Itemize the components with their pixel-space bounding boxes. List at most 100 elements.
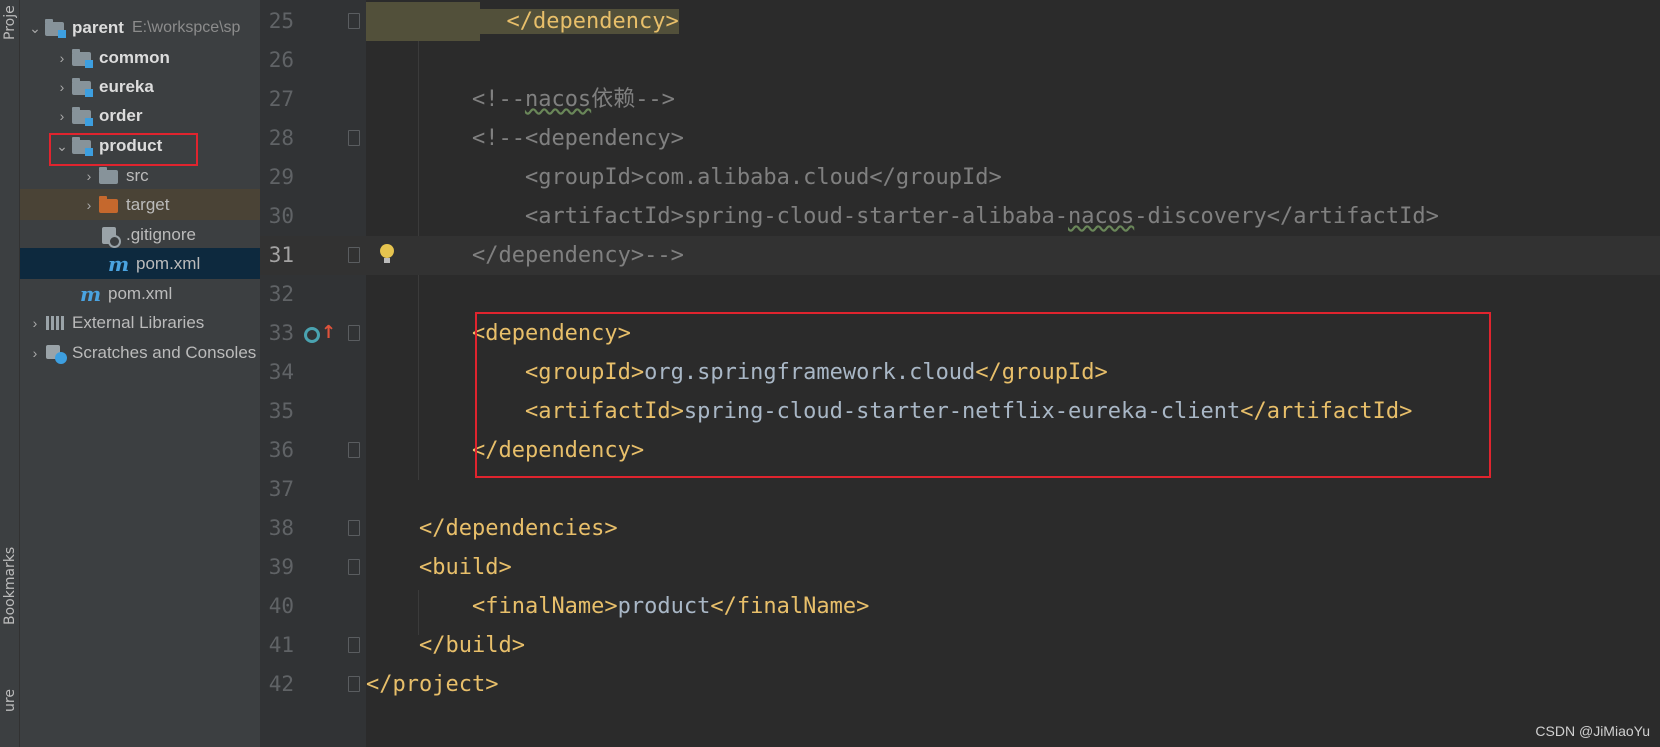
line-number: 40	[268, 594, 294, 618]
gutter-line: 38	[260, 509, 366, 548]
code-token: <!--	[471, 87, 525, 112]
gutter-line: 37	[260, 470, 366, 509]
chevron-right-icon[interactable]: ›	[26, 344, 44, 362]
gutter-line: 35	[260, 392, 366, 431]
tree-label-external-libraries: External Libraries	[72, 312, 205, 332]
code-token: </build>	[418, 633, 525, 658]
project-tree-panel: ⌄ parent E:\workspce\sp › common › eurek…	[20, 0, 273, 747]
tree-row-eureka[interactable]: › eureka	[20, 71, 273, 102]
tree-label-scratches: Scratches and Consoles	[72, 342, 257, 362]
line-number: 25	[268, 9, 294, 33]
line-number: 29	[268, 165, 294, 189]
tree-label-eureka: eureka	[99, 76, 154, 96]
tree-row-gitignore[interactable]: .gitignore	[20, 219, 273, 250]
line-number: 32	[268, 282, 294, 306]
project-toolbar	[20, 0, 273, 10]
module-folder-icon	[71, 106, 93, 126]
fold-marker-icon[interactable]	[348, 325, 360, 341]
tree-label-parent-pom: pom.xml	[108, 283, 173, 303]
tree-row-product-pom[interactable]: m pom.xml	[20, 248, 273, 279]
fold-marker-icon[interactable]	[348, 676, 360, 692]
tree-label-product-pom: pom.xml	[136, 253, 201, 273]
chevron-down-icon[interactable]: ⌄	[26, 19, 44, 37]
tree-row-parent-pom[interactable]: m pom.xml	[20, 278, 273, 309]
code-token: </finalName>	[710, 594, 870, 619]
code-token: <groupId>com.alibaba.cloud</groupId>	[524, 165, 1002, 190]
tree-row-external-libraries[interactable]: › External Libraries	[20, 307, 273, 338]
code-token: 依赖-->	[591, 87, 675, 112]
line-number: 36	[268, 438, 294, 462]
tree-row-order[interactable]: › order	[20, 100, 273, 131]
gutter-line: 41	[260, 626, 366, 665]
code-token: </dependency>-->	[471, 243, 684, 268]
fold-marker-icon[interactable]	[348, 442, 360, 458]
lightbulb-icon[interactable]	[379, 244, 395, 264]
line-number: 33	[268, 321, 294, 345]
code-line-28: <!--<dependency>	[366, 119, 1660, 158]
gutter-line: 28	[260, 119, 366, 158]
gutter-line: 30	[260, 197, 366, 236]
tree-label-src: src	[126, 165, 149, 185]
tree-label-order: order	[99, 105, 143, 125]
line-number: 35	[268, 399, 294, 423]
chevron-right-icon[interactable]: ›	[53, 78, 71, 96]
tree-label-target: target	[126, 194, 170, 214]
line-number: 37	[268, 477, 294, 501]
fold-marker-icon[interactable]	[348, 13, 360, 29]
chevron-right-icon[interactable]: ›	[53, 107, 71, 125]
line-number: 42	[268, 672, 294, 696]
chevron-right-icon[interactable]: ›	[26, 314, 44, 332]
code-line-25: </dependency>	[366, 2, 1660, 41]
code-line-30: <artifactId>spring-cloud-starter-alibaba…	[366, 197, 1660, 236]
fold-marker-icon[interactable]	[348, 559, 360, 575]
code-token: <finalName>	[471, 594, 618, 619]
gutter-line: 26	[260, 41, 366, 80]
editor-gutter: 25 26 27 28 29 30 31 32 33 ↑ 34 35 36 37 …	[260, 0, 366, 747]
tree-row-parent[interactable]: ⌄ parent E:\workspce\sp	[20, 12, 273, 43]
line-number: 30	[268, 204, 294, 228]
code-token: </dependencies>	[418, 516, 618, 541]
code-line-40: <finalName>product</finalName>	[366, 587, 1660, 626]
fold-marker-icon[interactable]	[348, 247, 360, 263]
tool-window-strip: Proje Bookmarks ure	[0, 0, 20, 747]
fold-marker-icon[interactable]	[348, 130, 360, 146]
gitignore-file-icon	[98, 226, 121, 248]
code-token: nacos	[1068, 204, 1135, 229]
module-folder-icon	[71, 48, 93, 68]
gutter-line: 40	[260, 587, 366, 626]
highlight-box-product	[49, 133, 198, 166]
line-number: 39	[268, 555, 294, 579]
maven-file-icon: m	[80, 281, 102, 306]
code-token: </project>	[366, 672, 499, 697]
chevron-right-icon[interactable]: ›	[80, 167, 98, 185]
overrides-dependency-icon[interactable]: ↑	[304, 322, 336, 346]
tree-row-target[interactable]: › target	[20, 189, 273, 220]
gutter-line: 33 ↑	[260, 314, 366, 353]
code-token: <artifactId>spring-cloud-starter-alibaba…	[524, 204, 1069, 229]
code-line-39: <build>	[366, 548, 1660, 587]
code-token: -discovery</artifactId>	[1134, 204, 1439, 229]
line-number-current: 31	[268, 243, 294, 267]
module-folder-icon	[44, 18, 66, 38]
fold-marker-icon[interactable]	[348, 520, 360, 536]
folder-icon	[98, 166, 120, 185]
code-line-42: </project>	[366, 665, 1660, 704]
chevron-right-icon[interactable]: ›	[53, 49, 71, 67]
fold-marker-icon[interactable]	[348, 637, 360, 653]
tree-row-common[interactable]: › common	[20, 42, 273, 73]
tree-row-scratches[interactable]: › Scratches and Consoles	[20, 337, 273, 368]
tree-label-gitignore: .gitignore	[126, 224, 196, 244]
highlight-box-dependency	[475, 312, 1491, 478]
line-number: 38	[268, 516, 294, 540]
chevron-right-icon[interactable]: ›	[80, 196, 98, 214]
code-line-38: </dependencies>	[366, 509, 1660, 548]
code-line-31: </dependency>-->	[366, 236, 1660, 275]
code-line-27: <!--nacos依赖-->	[366, 80, 1660, 119]
code-line-29: <groupId>com.alibaba.cloud</groupId>	[366, 158, 1660, 197]
code-token: nacos	[524, 87, 592, 112]
gutter-line: 31	[260, 236, 366, 275]
line-number: 34	[268, 360, 294, 384]
code-line-41: </build>	[366, 626, 1660, 665]
libraries-icon	[44, 314, 66, 332]
